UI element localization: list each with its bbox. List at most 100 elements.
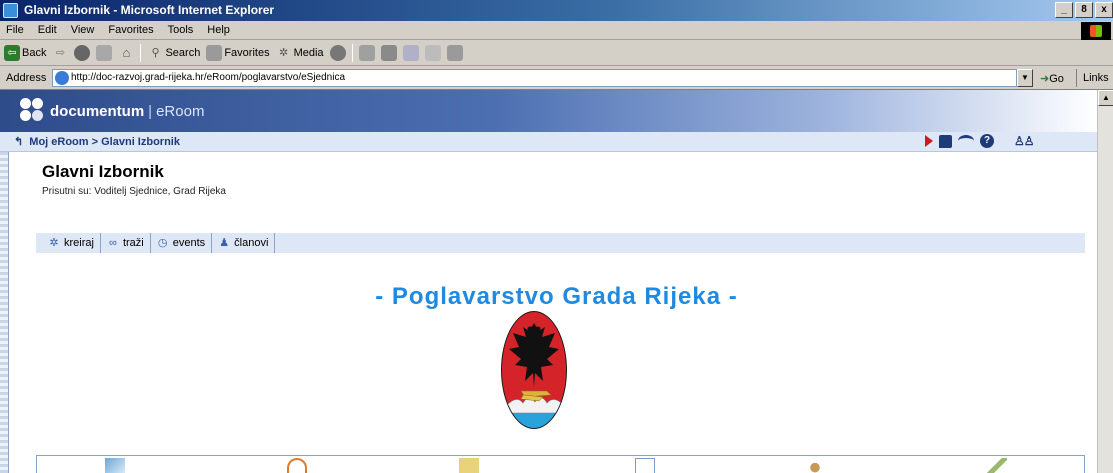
members-icon: ♟ [219,237,230,249]
favorites-icon [206,44,223,61]
action-members[interactable]: ♟ članovi [212,233,276,253]
back-button[interactable]: ⇦ Back [4,44,47,61]
address-bar: Address http://doc-razvoj.grad-rijeka.hr… [0,66,1113,90]
menu-help[interactable]: Help [207,24,230,36]
brand-product: eRoom [156,103,205,120]
home-button[interactable]: ⌂ [118,45,134,61]
up-arrow-icon: ↰ [14,136,24,148]
messenger-button[interactable] [446,44,463,61]
brand-documentum: documentum [50,103,145,120]
media-button[interactable]: ✲ Media [276,45,324,61]
links-button[interactable]: Links [1076,69,1109,87]
people-icon[interactable]: ♙♙ [1014,134,1035,148]
clock-icon[interactable] [287,458,307,473]
menu-favorites[interactable]: Favorites [108,24,153,36]
action-events[interactable]: ◷ events [151,233,213,253]
discuss-button[interactable] [424,44,441,61]
word-edit-icon [402,44,419,61]
breadcrumb-current[interactable]: Glavni Izbornik [101,136,180,148]
menu-file[interactable]: File [6,24,24,36]
ie-app-icon [3,3,18,18]
search-icon: ⚲ [151,46,160,59]
eroom-banner: documentum | eRoom [0,90,1097,132]
toolbar-separator [351,43,353,62]
hand-icon[interactable] [958,135,974,147]
menu-bar: File Edit View Favorites Tools Help [0,21,1113,40]
refresh-button[interactable] [96,44,113,61]
forward-button[interactable]: ⇨ [52,45,68,61]
toolbar-separator [140,43,142,62]
stop-icon [74,44,91,61]
back-label: Back [22,46,47,59]
action-create[interactable]: ✲ kreiraj [42,233,101,253]
breadcrumb: ↰ Moj eRoom > Glavni Izbornik [14,135,180,148]
note-icon[interactable] [459,458,479,473]
vertical-scrollbar[interactable]: ▲ [1097,90,1113,473]
nav-icon-group: ? ♙♙ [925,134,1035,148]
left-frame-border [0,152,9,473]
go-arrow-icon: ➜ [1040,73,1050,85]
window-title: Glavni Izbornik - Microsoft Internet Exp… [24,3,275,17]
menu-edit[interactable]: Edit [38,24,57,36]
action-search[interactable]: ∞ traži [101,233,151,253]
mail-button[interactable] [358,44,375,61]
go-button[interactable]: ➜Go [1040,72,1064,85]
document-icon[interactable] [635,458,655,473]
pen-icon[interactable] [987,458,1007,473]
address-label: Address [6,72,47,84]
documentum-logo-icon [20,98,44,122]
present-members: Prisutni su: Voditelj Sjednice, Grad Rij… [42,186,226,197]
clock-icon: ◷ [157,237,168,249]
action-members-label: članovi [234,237,269,249]
scroll-up-arrow-icon[interactable]: ▲ [1098,90,1113,106]
action-search-label: traži [122,237,144,249]
media-icon: ✲ [278,46,289,59]
rijeka-coat-of-arms [501,311,567,429]
favorites-button[interactable]: Favorites [206,44,270,61]
people-icon[interactable] [807,458,827,473]
page-title: Glavni Izbornik [42,162,164,181]
action-events-label: events [172,237,206,249]
search-label: Search [165,46,201,59]
browser-toolbar: ⇦ Back ⇨ ⌂ ⚲ Search Favorites ✲ Media [0,40,1113,66]
binoculars-icon: ∞ [109,237,117,249]
window-title-bar[interactable]: Glavni Izbornik - Microsoft Internet Exp… [0,0,1113,21]
refresh-icon [96,44,113,61]
action-bar: ✲ kreiraj ∞ traži ◷ events ♟ članovi [36,233,1085,253]
forward-arrow-icon: ⇨ [55,46,66,59]
media-label: Media [293,46,324,59]
address-dropdown-button[interactable]: ▼ [1017,69,1033,87]
breadcrumb-home[interactable]: Moj eRoom [29,136,88,148]
maximize-button[interactable]: 8 [1075,2,1093,18]
close-button[interactable]: x [1095,2,1113,18]
minimize-button[interactable]: _ [1055,2,1073,18]
print-icon [380,44,397,61]
messenger-icon [446,44,463,61]
window-controls: _ 8 x [1055,2,1113,18]
search-button[interactable]: ⚲ Search [147,45,200,61]
home-icon: ⌂ [122,44,131,60]
eroom-nav-bar: ↰ Moj eRoom > Glavni Izbornik ? ♙♙ [0,132,1097,152]
discuss-icon [424,44,441,61]
folder-icon[interactable] [105,458,125,473]
mail-icon [358,44,375,61]
history-icon [329,44,346,61]
favorites-label: Favorites [224,46,270,59]
menu-tools[interactable]: Tools [168,24,194,36]
stop-button[interactable] [74,44,91,61]
page-icon [55,71,69,85]
help-icon[interactable]: ? [980,134,994,148]
edit-button[interactable] [402,44,419,61]
address-input[interactable]: http://doc-razvoj.grad-rijeka.hr/eRoom/p… [52,69,1017,87]
print-button[interactable] [380,44,397,61]
breadcrumb-separator: > [91,136,99,148]
play-icon[interactable] [925,135,933,147]
content-panel [36,455,1085,473]
note-icon[interactable] [939,134,952,148]
windows-logo-icon [1081,22,1111,40]
brand-name: documentum | eRoom [50,103,205,120]
menu-view[interactable]: View [71,24,95,36]
history-button[interactable] [329,44,346,61]
address-url: http://doc-razvoj.grad-rijeka.hr/eRoom/p… [71,72,346,83]
action-create-label: kreiraj [64,237,94,249]
